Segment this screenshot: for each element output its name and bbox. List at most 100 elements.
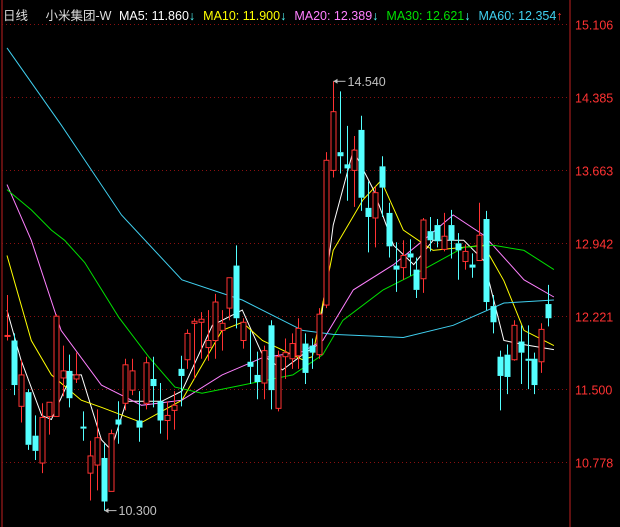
candle-body: [247, 361, 254, 367]
candle: [275, 350, 282, 412]
candle-body: [53, 315, 60, 417]
candle-body: [344, 164, 351, 169]
candle-body: [4, 334, 11, 337]
candle: [469, 253, 476, 278]
candle-body: [212, 301, 219, 342]
candle-body: [434, 225, 441, 242]
candle-body: [316, 313, 323, 356]
candle-body: [60, 370, 67, 379]
candle: [511, 320, 518, 361]
candle-body: [143, 362, 150, 404]
low-price-label: 10.300: [119, 504, 157, 518]
candle: [247, 330, 254, 385]
candle-body: [490, 306, 497, 323]
candle: [295, 318, 302, 369]
candle-body: [518, 341, 525, 353]
candle-body: [136, 420, 143, 428]
arrow-left-icon: [333, 78, 338, 84]
candle-body: [455, 243, 462, 251]
high-price-label: 14.540: [348, 75, 386, 89]
candle-body: [427, 231, 434, 241]
candle-body: [268, 325, 275, 391]
candle: [191, 318, 198, 379]
candle-body: [275, 356, 282, 409]
candle-body: [108, 433, 115, 492]
candle-body: [11, 340, 18, 386]
candle-body: [545, 304, 552, 319]
candle: [108, 429, 115, 492]
candle-body: [198, 318, 205, 323]
candle-body: [462, 250, 469, 263]
candle: [504, 344, 511, 395]
y-tick-label: 10.778: [575, 457, 613, 471]
candle: [80, 411, 87, 441]
candle: [171, 391, 178, 430]
arrow-left-icon: [104, 508, 109, 514]
candle-body: [191, 320, 198, 324]
candle-body: [18, 374, 25, 407]
candle-body: [441, 235, 448, 250]
y-tick-label: 12.942: [575, 238, 613, 252]
candle-body: [254, 374, 261, 383]
candle-body: [164, 414, 171, 421]
candle-body: [282, 352, 289, 358]
candle: [212, 293, 219, 359]
candle-body: [129, 370, 136, 391]
candle-body: [205, 340, 212, 349]
candle: [400, 240, 407, 280]
candle: [420, 217, 427, 293]
candle-body: [393, 265, 400, 270]
ma-line-ma60: [6, 47, 554, 339]
candle-body: [420, 219, 427, 280]
candle: [441, 212, 448, 252]
candle: [518, 325, 525, 385]
candle-body: [309, 345, 316, 353]
candle: [143, 356, 150, 410]
candle: [115, 401, 122, 444]
candle: [66, 354, 73, 408]
candle: [53, 314, 60, 417]
candle-body: [504, 354, 511, 377]
candle: [323, 152, 330, 309]
candle-body: [483, 219, 490, 303]
candle: [219, 310, 226, 351]
candle-body: [73, 374, 80, 380]
candle: [184, 329, 191, 369]
candle-body: [178, 368, 185, 376]
candle: [302, 333, 309, 385]
candle: [226, 277, 233, 321]
candle: [101, 443, 108, 511]
candle-body: [497, 356, 504, 376]
candle: [240, 318, 247, 349]
candlestick-chart[interactable]: 15.106 14.385 13.663 12.942 12.221 11.500 10.7…: [0, 0, 620, 527]
candle-body: [413, 269, 420, 290]
candle: [73, 352, 80, 384]
candle-body: [525, 358, 532, 361]
candle-body: [101, 457, 108, 502]
y-tick-label: 12.221: [575, 311, 613, 325]
candle-body: [531, 358, 538, 386]
candle: [462, 244, 469, 270]
candle: [11, 333, 18, 396]
candle: [316, 308, 323, 359]
candle-body: [538, 328, 545, 363]
y-tick-label: 13.663: [575, 165, 613, 179]
candle: [538, 323, 545, 373]
candle-body: [372, 192, 379, 219]
candle-body: [261, 350, 268, 384]
candle-body: [330, 111, 337, 171]
candle-body: [351, 149, 358, 171]
candle-body: [511, 324, 518, 361]
candle-body: [115, 419, 122, 425]
candle: [25, 389, 32, 450]
candle: [497, 350, 504, 411]
candle: [525, 325, 532, 390]
candle: [18, 359, 25, 423]
candle-body: [386, 212, 393, 247]
candle: [261, 345, 268, 400]
candle: [87, 440, 94, 501]
candle: [434, 219, 441, 248]
candle: [448, 209, 455, 259]
candle-body: [476, 234, 483, 262]
y-tick-label: 11.500: [575, 384, 612, 398]
